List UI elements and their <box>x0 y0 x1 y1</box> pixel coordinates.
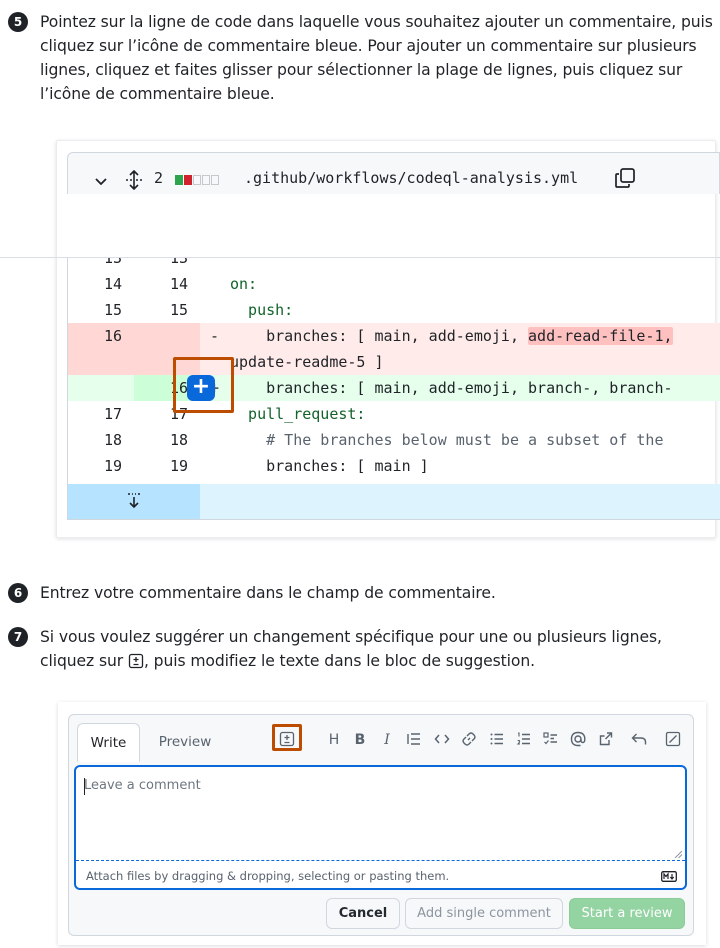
step-text: Si vous voulez suggérer un changement sp… <box>40 628 662 670</box>
step-7: 7 Si vous voulez suggérer un changement … <box>8 625 716 673</box>
markdown-icon[interactable] <box>661 871 677 882</box>
code: branches: [ main, add-emoji, branch-, br… <box>230 379 673 397</box>
step-5: 5 Pointez sur la ligne de code dans laqu… <box>8 10 716 106</box>
file-name[interactable]: .github/workflows/codeql-analysis.yml <box>244 169 578 187</box>
diffstat-neutral <box>193 175 201 185</box>
start-review-button[interactable]: Start a review <box>569 898 685 929</box>
diff-row[interactable]: 18 18 # The branches below must be a sub… <box>68 427 720 453</box>
old-line-number: 14 <box>103 275 122 293</box>
old-line-number: 15 <box>103 301 122 319</box>
old-line-number: 18 <box>103 431 122 449</box>
diffstat-neutral <box>211 175 219 185</box>
old-line-number: 17 <box>103 405 122 423</box>
diff-table: 13 13 14 14 on: 15 15 push: 16 - branche… <box>67 258 720 520</box>
code-comment: # The branches below must be a subset of… <box>230 431 664 449</box>
reference-icon[interactable] <box>597 731 615 749</box>
comment-placeholder: Leave a comment <box>84 778 201 793</box>
quote-icon[interactable] <box>405 731 423 749</box>
add-single-comment-button[interactable]: Add single comment <box>405 898 563 929</box>
diff-row-added[interactable]: 16 + branches: [ main, add-emoji, branch… <box>68 375 720 401</box>
new-line-number: 14 <box>169 275 188 293</box>
reply-icon[interactable] <box>630 731 648 749</box>
code: push: <box>230 301 294 319</box>
heading-icon[interactable]: H <box>325 731 343 749</box>
fullscreen-icon[interactable] <box>664 731 682 749</box>
diff-row[interactable]: 19 19 branches: [ main ] <box>68 453 720 479</box>
divider <box>76 860 685 861</box>
tab-preview[interactable]: Preview <box>149 723 221 761</box>
code-icon[interactable] <box>433 731 451 749</box>
file-header: 2 .github/workflows/codeql-analysis.yml <box>67 152 720 194</box>
code: branches: [ main ] <box>230 457 429 475</box>
new-line-number: 15 <box>169 301 188 319</box>
suggestion-icon <box>128 653 144 669</box>
chevron-down-icon[interactable] <box>94 175 108 189</box>
change-count: 2 <box>154 169 164 187</box>
attach-files-text[interactable]: Attach files by dragging & dropping, sel… <box>86 869 449 883</box>
bold-icon[interactable]: B <box>351 731 369 749</box>
diffstat-add <box>175 175 183 185</box>
step-number: 6 <box>8 583 28 603</box>
highlight-callout <box>272 724 302 751</box>
text-caret <box>84 778 85 795</box>
task-list-icon[interactable] <box>542 731 560 749</box>
old-line-number: 16 <box>68 323 134 375</box>
diffstat <box>175 175 219 185</box>
copy-icon[interactable] <box>614 167 636 189</box>
expand-gutter[interactable] <box>68 484 200 519</box>
tab-write[interactable]: Write <box>77 723 140 762</box>
step-number: 5 <box>8 12 28 32</box>
highlight-callout <box>173 357 234 413</box>
code: on: <box>230 275 258 293</box>
new-line-number: 19 <box>169 457 188 475</box>
unordered-list-icon[interactable] <box>488 731 506 749</box>
expand-row[interactable] <box>68 484 720 519</box>
step-text: Entrez votre commentaire dans le champ d… <box>40 584 496 602</box>
code-wrap: update-readme-5 ] <box>230 353 384 371</box>
deleted-highlight: add-read-file-1, <box>528 327 673 345</box>
code: branches: [ main, add-emoji, add-read-fi… <box>230 327 673 345</box>
code: pull_request: <box>230 405 366 423</box>
cancel-button[interactable]: Cancel <box>326 898 400 929</box>
expand-icon[interactable] <box>124 170 144 190</box>
diff-row-partial: 13 13 <box>103 258 188 267</box>
comment-textarea[interactable]: Leave a comment Attach files by dragging… <box>74 765 687 890</box>
diff-row-deleted[interactable]: 16 - branches: [ main, add-emoji, add-re… <box>68 323 720 375</box>
new-line-number: 18 <box>169 431 188 449</box>
step-6: 6 Entrez votre commentaire dans le champ… <box>8 581 716 605</box>
diffstat-del <box>184 175 192 185</box>
resize-handle-icon[interactable] <box>674 850 682 858</box>
diffstat-neutral <box>202 175 210 185</box>
mention-icon[interactable] <box>569 731 587 749</box>
diff-row[interactable]: 14 14 on: <box>68 271 720 297</box>
step-text: Pointez sur la ligne de code dans laquel… <box>40 13 713 103</box>
expand-down-icon[interactable] <box>126 492 142 510</box>
italic-icon[interactable]: I <box>378 731 396 749</box>
old-line-number: 19 <box>103 457 122 475</box>
ordered-list-icon[interactable] <box>515 731 533 749</box>
link-icon[interactable] <box>460 731 478 749</box>
diff-row[interactable]: 15 15 push: <box>68 297 720 323</box>
diff-row[interactable]: 17 17 pull_request: <box>68 401 720 427</box>
step-number: 7 <box>8 627 28 647</box>
